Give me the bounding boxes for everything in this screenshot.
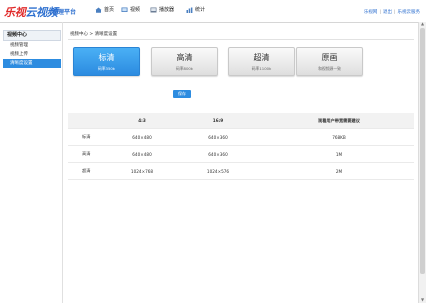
table-row: 高清 640×480 640×360 1M — [68, 146, 414, 163]
top-header: 乐视云视频 管理平台 首页 视频 播放器 统计 乐视网 | 退出 | 乐视云服务 — [0, 0, 426, 23]
breadcrumb: 视频中心 > 清晰度设置 — [70, 32, 118, 37]
vertical-scrollbar[interactable]: ▲ ▼ — [418, 22, 426, 303]
logo[interactable]: 乐视云视频 — [4, 4, 58, 20]
table-row: 超清 1024×768 1024×576 2M — [68, 163, 414, 180]
save-button[interactable]: 保存 — [173, 90, 191, 98]
divider — [62, 22, 63, 303]
nav-stats[interactable]: 统计 — [186, 6, 205, 13]
player-icon — [150, 7, 157, 12]
table-row: 标清 640×480 640×360 768KB — [68, 129, 414, 146]
top-links: 乐视网 | 退出 | 乐视云服务 — [363, 10, 421, 15]
sidebar: 视频中心 视频管理 视频上传 清晰度设置 — [3, 30, 61, 68]
platform-title: 管理平台 — [52, 9, 77, 16]
sidebar-item-quality-settings[interactable]: 清晰度设置 — [3, 59, 61, 68]
scrollbar-thumb[interactable] — [420, 28, 425, 274]
quality-option-shd[interactable]: 超清 码率1100k — [228, 47, 295, 76]
nav-player[interactable]: 播放器 — [150, 6, 174, 13]
sidebar-item-video-upload[interactable]: 视频上传 — [3, 50, 61, 59]
quality-table: 4:3 16:9 观看用户带宽需要建议 标清 640×480 640×360 7… — [68, 113, 414, 180]
nav-home[interactable]: 首页 — [95, 6, 114, 13]
link-logout[interactable]: 退出 — [383, 10, 392, 15]
sidebar-item-video-manage[interactable]: 视频管理 — [3, 41, 61, 50]
table-header: 4:3 16:9 观看用户带宽需要建议 — [68, 113, 414, 129]
video-icon — [121, 7, 128, 12]
link-cloud[interactable]: 乐视云服务 — [398, 10, 421, 15]
scroll-down-icon[interactable]: ▼ — [420, 298, 425, 302]
nav-video[interactable]: 视频 — [121, 6, 140, 13]
home-icon — [95, 7, 102, 13]
sidebar-title: 视频中心 — [3, 30, 61, 41]
link-letv[interactable]: 乐视网 — [364, 10, 378, 15]
quality-option-sd[interactable]: 标清 码率350k — [73, 47, 140, 76]
stats-icon — [186, 7, 193, 13]
scroll-up-icon[interactable]: ▲ — [420, 22, 425, 26]
quality-option-original[interactable]: 原画 和视频源一致 — [296, 47, 363, 76]
quality-option-hd[interactable]: 高清 码率800k — [151, 47, 218, 76]
divider — [68, 39, 414, 40]
